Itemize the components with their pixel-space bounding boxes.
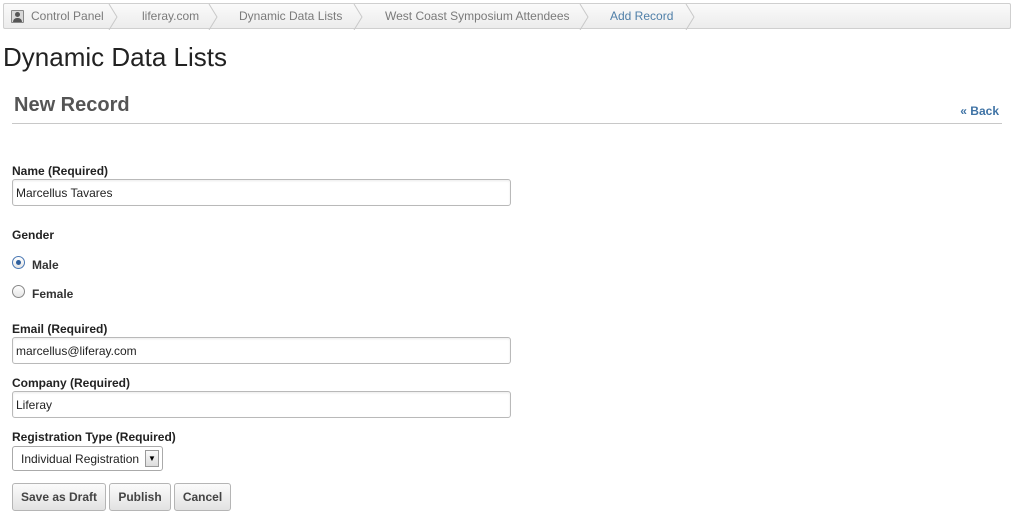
email-input[interactable] xyxy=(12,337,511,364)
breadcrumb-item-west-coast-symposium[interactable]: West Coast Symposium Attendees xyxy=(361,4,589,30)
publish-button[interactable]: Publish xyxy=(109,483,171,511)
control-panel-icon xyxy=(11,9,24,23)
gender-option-female[interactable]: Female xyxy=(12,281,73,301)
company-input[interactable] xyxy=(12,391,511,418)
dropdown-arrow-icon[interactable]: ▼ xyxy=(145,450,159,467)
radio-button-male[interactable] xyxy=(12,255,25,269)
section-header: New Record « Back xyxy=(12,90,1002,124)
breadcrumb-separator-icon xyxy=(685,4,695,30)
breadcrumb-item-liferay[interactable]: liferay.com xyxy=(116,4,218,30)
breadcrumb-item-control-panel[interactable]: Control Panel xyxy=(4,4,118,30)
breadcrumb-label: West Coast Symposium Attendees xyxy=(385,9,570,23)
cancel-button[interactable]: Cancel xyxy=(174,483,231,511)
breadcrumb-item-dynamic-data-lists[interactable]: Dynamic Data Lists xyxy=(216,4,363,30)
registration-type-value: Individual Registration xyxy=(21,451,140,466)
email-label: Email (Required) xyxy=(12,322,108,336)
breadcrumb: Control Panel liferay.com Dynamic Data L… xyxy=(3,3,1011,30)
breadcrumb-label: Dynamic Data Lists xyxy=(239,9,343,23)
save-as-draft-button[interactable]: Save as Draft xyxy=(12,483,106,511)
breadcrumb-label: liferay.com xyxy=(142,9,200,23)
radio-label-male: Male xyxy=(32,258,59,272)
name-input[interactable] xyxy=(12,179,511,206)
name-label: Name (Required) xyxy=(12,164,109,178)
breadcrumb-label: Add Record xyxy=(610,9,674,23)
radio-label-female: Female xyxy=(32,287,74,301)
company-label: Company (Required) xyxy=(12,376,131,390)
breadcrumb-item-add-record[interactable]: Add Record xyxy=(587,4,695,30)
registration-type-label: Registration Type (Required) xyxy=(12,430,176,444)
back-link[interactable]: « Back xyxy=(960,104,999,118)
registration-type-select[interactable]: Individual Registration ▼ xyxy=(12,446,163,471)
gender-label: Gender xyxy=(12,228,55,242)
breadcrumb-label: Control Panel xyxy=(31,9,104,23)
gender-option-male[interactable]: Male xyxy=(12,252,59,272)
section-title: New Record xyxy=(14,94,130,116)
page-title: Dynamic Data Lists xyxy=(3,42,227,72)
radio-button-female[interactable] xyxy=(12,284,25,298)
